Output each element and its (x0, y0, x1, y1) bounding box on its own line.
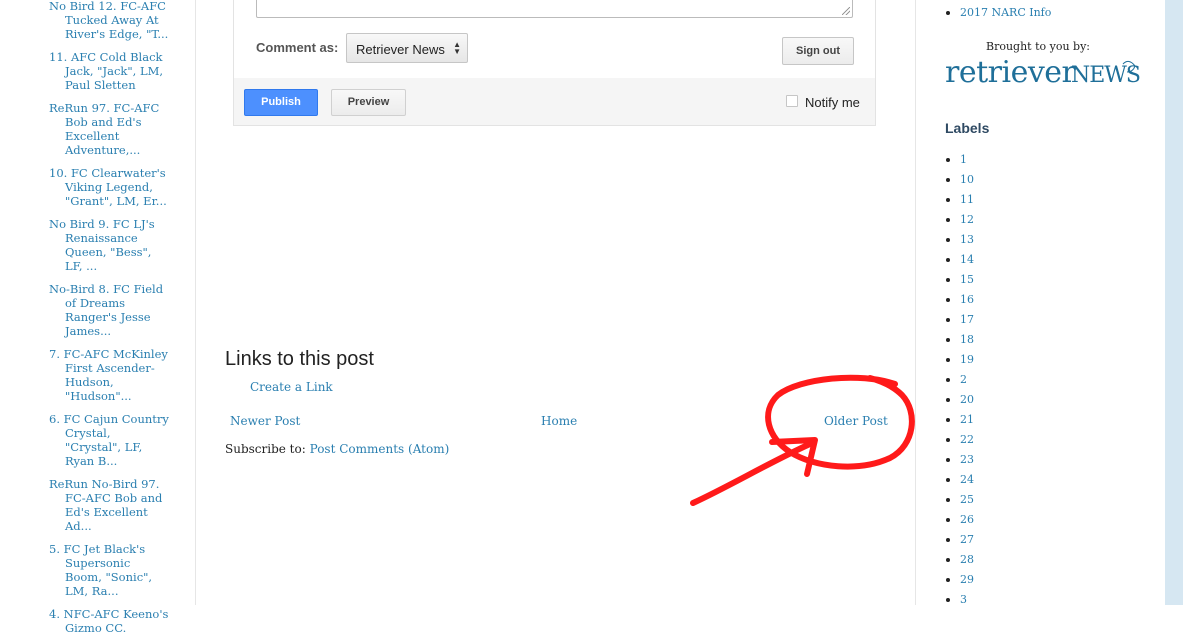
recent-posts-list: No Bird 12. FC-AFC Tucked Away At River'… (49, 0, 169, 644)
updown-arrows-icon: ▲ ▼ (453, 40, 461, 56)
label-item[interactable]: 26 (945, 510, 974, 530)
annotation-arrow-head (769, 437, 818, 477)
labels-heading: Labels (945, 120, 990, 136)
post-comments-atom-link[interactable]: Post Comments (Atom) (310, 442, 450, 456)
logo-text-news: NEWS (1071, 63, 1140, 88)
list-item[interactable]: 10. FC Clearwater's Viking Legend, "Gran… (49, 166, 169, 208)
label-item[interactable]: 11 (945, 190, 974, 210)
logo-text-retriever: retriever (945, 55, 1077, 90)
list-item[interactable]: 7. FC-AFC McKinley First Ascender-Hudson… (49, 347, 169, 403)
label-item[interactable]: 17 (945, 310, 974, 330)
label-item[interactable]: 27 (945, 530, 974, 550)
labels-list: 1 10 11 12 13 14 15 16 17 18 19 2 20 21 … (945, 150, 974, 610)
newer-post-link[interactable]: Newer Post (230, 414, 300, 428)
list-item[interactable]: 11. AFC Cold Black Jack, "Jack", LM, Pau… (49, 50, 169, 92)
label-item[interactable]: 3 (945, 590, 974, 610)
subscribe-prefix: Subscribe to: (225, 442, 306, 456)
label-item[interactable]: 1 (945, 150, 974, 170)
label-item[interactable]: 15 (945, 270, 974, 290)
publish-button[interactable]: Publish (244, 89, 318, 116)
retriever-news-logo[interactable]: retriever NEWS (945, 52, 1145, 92)
narc-info-link[interactable]: 2017 NARC Info (945, 3, 1051, 23)
label-item[interactable]: 18 (945, 330, 974, 350)
label-item[interactable]: 12 (945, 210, 974, 230)
subscribe-line: Subscribe to: Post Comments (Atom) (225, 442, 449, 456)
preview-button[interactable]: Preview (331, 89, 406, 116)
page-background-strip (1165, 0, 1183, 605)
notify-checkbox[interactable] (786, 95, 798, 107)
list-item[interactable]: No-Bird 8. FC Field of Dreams Ranger's J… (49, 282, 169, 338)
label-item[interactable]: 16 (945, 290, 974, 310)
list-item[interactable]: 6. FC Cajun Country Crystal, "Crystal", … (49, 412, 169, 468)
label-item[interactable]: 20 (945, 390, 974, 410)
list-item[interactable]: ReRun 97. FC-AFC Bob and Ed's Excellent … (49, 101, 169, 157)
label-item[interactable]: 24 (945, 470, 974, 490)
list-item[interactable]: No Bird 9. FC LJ's Renaissance Queen, "B… (49, 217, 169, 273)
label-item[interactable]: 14 (945, 250, 974, 270)
label-item[interactable]: 10 (945, 170, 974, 190)
label-item[interactable]: 23 (945, 450, 974, 470)
label-item[interactable]: 2 (945, 370, 974, 390)
resize-grip-icon[interactable] (842, 7, 850, 15)
narc-list: 2017 NARC Info (945, 3, 1051, 23)
label-item[interactable]: 25 (945, 490, 974, 510)
label-item[interactable]: 29 (945, 570, 974, 590)
notify-label: Notify me (805, 95, 860, 110)
label-item[interactable]: 19 (945, 350, 974, 370)
comment-form-upper: Comment as: Retriever News ▲ ▼ Sign out (234, 0, 875, 78)
annotation-arrow-shaft (690, 441, 813, 506)
label-item[interactable]: 21 (945, 410, 974, 430)
comment-form: Comment as: Retriever News ▲ ▼ Sign out P… (233, 0, 876, 126)
sign-out-button[interactable]: Sign out (782, 37, 854, 65)
links-heading: Links to this post (225, 348, 374, 370)
label-item[interactable]: 28 (945, 550, 974, 570)
label-item[interactable]: 22 (945, 430, 974, 450)
comment-textarea[interactable] (256, 0, 853, 18)
identity-select[interactable]: Retriever News ▲ ▼ (346, 33, 468, 63)
list-item[interactable]: ReRun No-Bird 97. FC-AFC Bob and Ed's Ex… (49, 477, 169, 533)
list-item[interactable]: No Bird 12. FC-AFC Tucked Away At River'… (49, 0, 169, 41)
label-item[interactable]: 13 (945, 230, 974, 250)
list-item[interactable]: 5. FC Jet Black's Supersonic Boom, "Soni… (49, 542, 169, 598)
left-sidebar: No Bird 12. FC-AFC Tucked Away At River'… (0, 0, 196, 635)
identity-select-value: Retriever News (356, 42, 445, 57)
home-link[interactable]: Home (541, 414, 577, 428)
comment-as-label: Comment as: (256, 40, 339, 55)
create-link[interactable]: Create a Link (250, 380, 333, 394)
list-item[interactable]: 4. NFC-AFC Keeno's Gizmo CC. (49, 607, 169, 635)
older-post-link[interactable]: Older Post (824, 414, 888, 428)
